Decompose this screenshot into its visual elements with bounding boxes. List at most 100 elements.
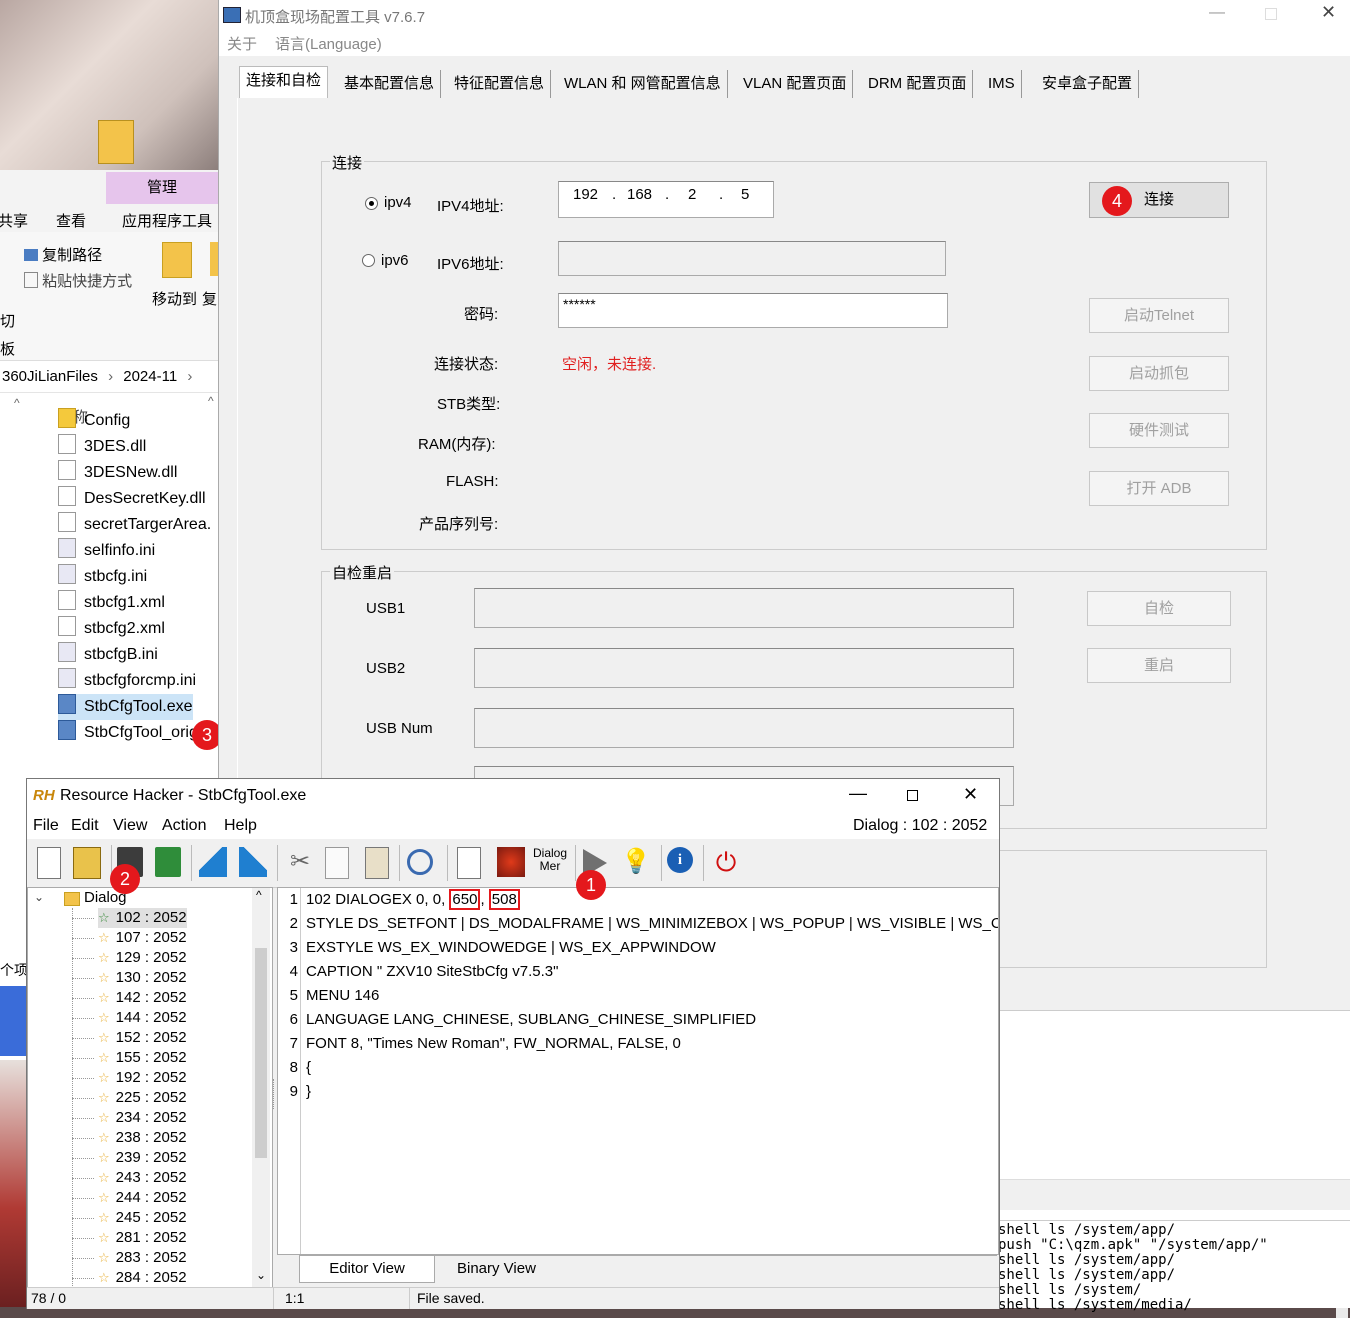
- open-file-icon[interactable]: [73, 847, 101, 879]
- tree-collapse-icon[interactable]: ⌄: [34, 890, 44, 904]
- collapse-up-icon[interactable]: ^: [14, 396, 20, 410]
- rh-menu-edit[interactable]: Edit: [71, 817, 99, 835]
- file-item[interactable]: stbcfg2.xml: [58, 616, 165, 642]
- file-item[interactable]: Config: [58, 408, 130, 434]
- file-item[interactable]: 3DES.dll: [58, 434, 146, 460]
- address-bar[interactable]: 360JiLianFiles › 2024-11 ›: [0, 362, 218, 393]
- tree-item-dialog[interactable]: ☆ 281 : 2052: [72, 1228, 187, 1248]
- scroll-up-icon[interactable]: ^: [208, 394, 214, 408]
- tree-scroll-up-icon[interactable]: ^: [256, 888, 262, 902]
- hardware-test-button[interactable]: 硬件测试: [1089, 413, 1229, 448]
- tree-item-dialog[interactable]: ☆ 107 : 2052: [72, 928, 187, 948]
- tree-item-dialog[interactable]: ☆ 130 : 2052: [72, 968, 187, 988]
- tree-scrollbar[interactable]: ^ ⌄: [252, 888, 270, 1288]
- tree-item-dialog[interactable]: ☆ 238 : 2052: [72, 1128, 187, 1148]
- password-input[interactable]: ******: [558, 293, 948, 328]
- file-item[interactable]: DesSecretKey.dll: [58, 486, 206, 512]
- file-item[interactable]: stbcfgB.ini: [58, 642, 158, 668]
- ipv4-address-input[interactable]: 192 . 168 . 2 . 5: [558, 181, 774, 218]
- file-item[interactable]: secretTargerArea.: [58, 512, 211, 538]
- tree-item-dialog[interactable]: ☆ 152 : 2052: [72, 1028, 187, 1048]
- tree-item-dialog[interactable]: ☆ 155 : 2052: [72, 1048, 187, 1068]
- tree-item-dialog[interactable]: ☆ 245 : 2052: [72, 1208, 187, 1228]
- find-icon[interactable]: [407, 849, 433, 875]
- paste-shortcut-button[interactable]: 粘贴快捷方式: [24, 270, 132, 291]
- forward-arrow-icon[interactable]: [239, 847, 267, 877]
- tree-item-dialog[interactable]: ☆ 243 : 2052: [72, 1168, 187, 1188]
- tree-item-dialog[interactable]: ☆ 234 : 2052: [72, 1108, 187, 1128]
- script-editor[interactable]: 1 2 3 4 5 6 7 8 9 102 DIALOGEX 0, 0, 650, 508 ST…: [277, 887, 999, 1255]
- ipv6-address-input[interactable]: [558, 241, 946, 276]
- tree-item-dialog[interactable]: ☆ 225 : 2052: [72, 1088, 187, 1108]
- power-exit-icon[interactable]: ⏻: [711, 847, 741, 877]
- tree-scrollbar-thumb[interactable]: [255, 948, 267, 1158]
- breadcrumb-subfolder[interactable]: 2024-11: [123, 368, 177, 385]
- tree-item-dialog[interactable]: ☆ 284 : 2052: [72, 1268, 187, 1288]
- file-item[interactable]: selfinfo.ini: [58, 538, 155, 564]
- tree-item-dialog[interactable]: ☆ 244 : 2052: [72, 1188, 187, 1208]
- rh-menu-file[interactable]: File: [33, 817, 59, 835]
- lightbulb-icon[interactable]: 💡: [621, 847, 651, 877]
- usb2-field[interactable]: [474, 648, 1014, 688]
- tab-connect-selfcheck[interactable]: 连接和自检: [239, 66, 329, 99]
- ipv4-radio[interactable]: [365, 197, 378, 210]
- file-item[interactable]: stbcfg.ini: [58, 564, 147, 590]
- save-as-icon[interactable]: [155, 847, 181, 877]
- start-telnet-button[interactable]: 启动Telnet: [1089, 298, 1229, 333]
- file-item[interactable]: stbcfgforcmp.ini: [58, 668, 196, 694]
- tab-ims[interactable]: IMS: [982, 70, 1022, 98]
- maximize-icon[interactable]: [1265, 8, 1277, 20]
- copy-to-button[interactable]: 复: [202, 288, 217, 309]
- rh-menu-action[interactable]: Action: [162, 817, 206, 835]
- tab-feature-config[interactable]: 特征配置信息: [448, 70, 552, 98]
- new-file-icon[interactable]: [37, 847, 61, 879]
- file-item[interactable]: StbCfgTool_origin: [58, 720, 210, 746]
- tree-item-dialog[interactable]: ☆ 192 : 2052: [72, 1068, 187, 1088]
- tree-item-dialog[interactable]: ☆ 102 : 2052: [72, 908, 187, 928]
- move-to-button[interactable]: 移动到: [152, 288, 197, 309]
- add-image-icon[interactable]: [497, 847, 525, 877]
- tree-item-dialog[interactable]: ☆ 142 : 2052: [72, 988, 187, 1008]
- back-arrow-icon[interactable]: [199, 847, 227, 877]
- tree-scroll-down-icon[interactable]: ⌄: [256, 1268, 266, 1282]
- close-icon[interactable]: ✕: [1321, 2, 1336, 23]
- menu-language[interactable]: 语言(Language): [275, 33, 382, 54]
- tab-android-config[interactable]: 安卓盒子配置: [1036, 70, 1140, 98]
- file-item[interactable]: 3DESNew.dll: [58, 460, 177, 486]
- tab-drm-config[interactable]: DRM 配置页面: [862, 70, 974, 98]
- ribbon-tab-view[interactable]: 查看: [56, 210, 86, 231]
- rh-menu-view[interactable]: View: [113, 817, 147, 835]
- info-icon[interactable]: i: [667, 847, 693, 873]
- ipv6-radio[interactable]: [362, 254, 375, 267]
- ribbon-tab-share[interactable]: 共享: [0, 210, 28, 231]
- open-adb-button[interactable]: 打开 ADB: [1089, 471, 1229, 506]
- usb1-field[interactable]: [474, 588, 1014, 628]
- tab-editor-view[interactable]: Editor View: [299, 1256, 435, 1283]
- menu-about[interactable]: 关于: [227, 33, 257, 54]
- tab-wlan-config[interactable]: WLAN 和 网管配置信息: [558, 70, 728, 98]
- add-resource-icon[interactable]: [457, 847, 481, 879]
- ribbon-tab-apptools[interactable]: 应用程序工具: [122, 210, 212, 231]
- paste-icon[interactable]: [365, 847, 389, 879]
- minimize-icon[interactable]: —: [1209, 4, 1225, 22]
- cut-icon[interactable]: ✂: [285, 847, 315, 877]
- rh-close-icon[interactable]: ✕: [963, 784, 978, 805]
- start-capture-button[interactable]: 启动抓包: [1089, 356, 1229, 391]
- breadcrumb-folder[interactable]: 360JiLianFiles: [2, 368, 98, 385]
- rh-menu-help[interactable]: Help: [224, 817, 257, 835]
- reboot-button[interactable]: 重启: [1087, 648, 1231, 683]
- tab-vlan-config[interactable]: VLAN 配置页面: [737, 70, 854, 98]
- tree-item-dialog[interactable]: ☆ 239 : 2052: [72, 1148, 187, 1168]
- ribbon-manage-tab[interactable]: 管理: [106, 172, 218, 204]
- file-item[interactable]: StbCfgTool.exe: [58, 694, 193, 720]
- rh-minimize-icon[interactable]: —: [849, 783, 867, 804]
- tab-basic-config[interactable]: 基本配置信息: [338, 70, 442, 98]
- tree-item-dialog[interactable]: ☆ 129 : 2052: [72, 948, 187, 968]
- dialog-merger-button[interactable]: Dialog Mer: [533, 847, 567, 877]
- file-item[interactable]: stbcfg1.xml: [58, 590, 165, 616]
- editor-splitter[interactable]: [273, 1079, 277, 1109]
- copy-icon[interactable]: [325, 847, 349, 879]
- rh-maximize-icon[interactable]: [907, 790, 918, 801]
- usb-num-field[interactable]: [474, 708, 1014, 748]
- tab-binary-view[interactable]: Binary View: [457, 1256, 536, 1282]
